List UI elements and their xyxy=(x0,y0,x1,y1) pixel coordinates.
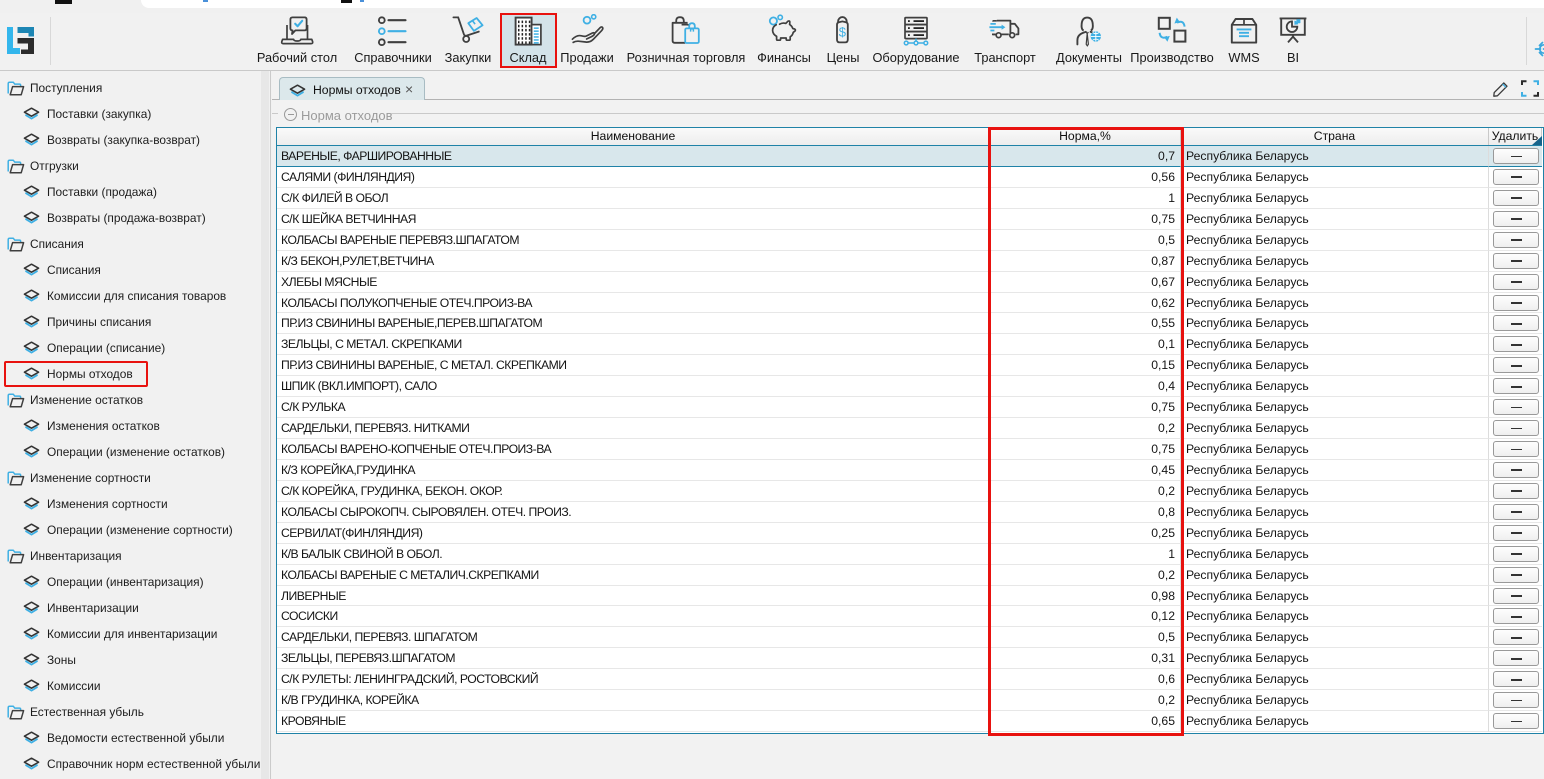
svg-text:$: $ xyxy=(839,25,847,40)
